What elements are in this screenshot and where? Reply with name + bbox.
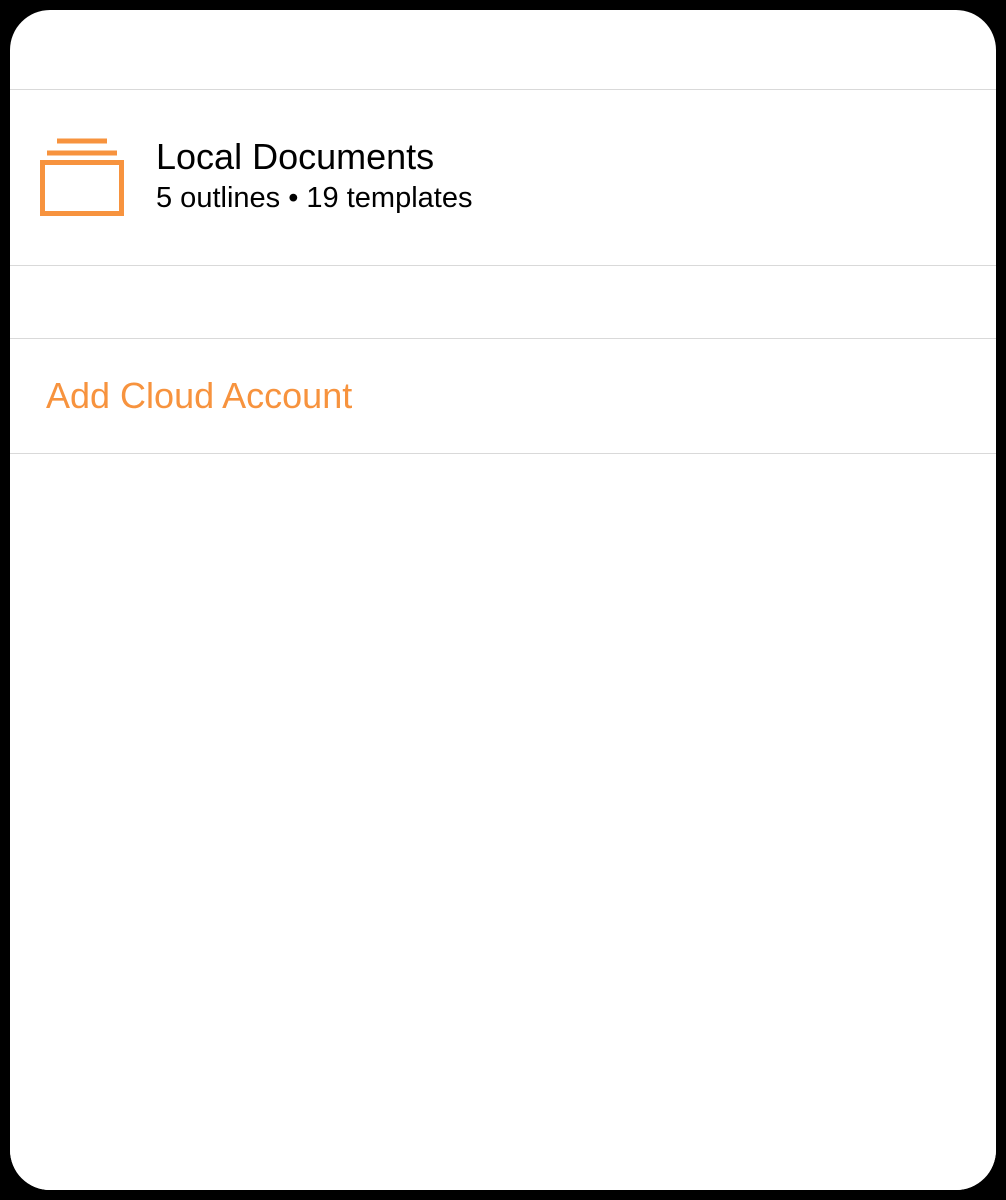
top-bar	[10, 10, 996, 90]
locations-section: Local Documents 5 outlines • 19 template…	[10, 90, 996, 266]
content-area	[10, 454, 996, 1190]
folder-stack-icon	[40, 138, 128, 216]
empty-section	[10, 266, 996, 339]
spacer-row	[10, 266, 996, 338]
add-cloud-account-button[interactable]: Add Cloud Account	[10, 339, 996, 454]
local-documents-subtitle: 5 outlines • 19 templates	[156, 179, 472, 218]
local-documents-row[interactable]: Local Documents 5 outlines • 19 template…	[10, 90, 996, 265]
local-documents-text: Local Documents 5 outlines • 19 template…	[156, 136, 472, 219]
local-documents-title: Local Documents	[156, 136, 472, 177]
app-window: Local Documents 5 outlines • 19 template…	[10, 10, 996, 1190]
